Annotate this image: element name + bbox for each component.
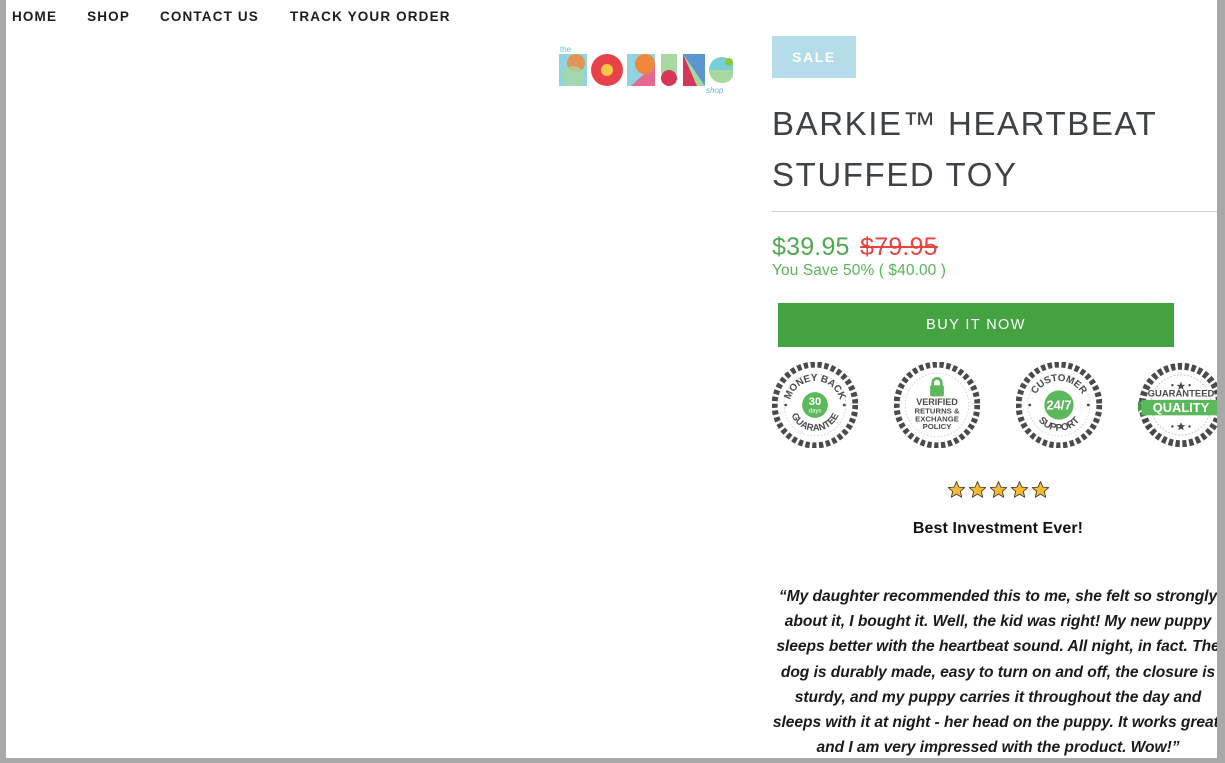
- rating-stars: [772, 480, 1217, 506]
- customer-support-badge: 24/7 CUSTOMER SUPPORT: [1016, 362, 1102, 448]
- price-row: $39.95 $79.95: [772, 232, 1217, 266]
- logo-top-word: the: [560, 45, 572, 54]
- guaranteed-quality-badge: GUARANTEED QUALITY: [1138, 362, 1217, 448]
- money-back-guarantee-badge: 30 days MONEY BACK GUARANTEE: [772, 362, 858, 448]
- star-icon: [989, 481, 1007, 498]
- trust-badges-row: 30 days MONEY BACK GUARANTEE VERIFIED RE…: [772, 361, 1217, 449]
- star-icon: [968, 481, 986, 498]
- page-title: BARKIE™ HEARTBEAT STUFFED TOY: [772, 105, 1157, 193]
- badge-center-unit: days: [809, 409, 822, 415]
- logo-bottom-word: shop: [706, 86, 724, 94]
- review-heading: Best Investment Ever!: [912, 520, 1084, 537]
- browser-viewport: HOME SHOP CONTACT US TRACK YOUR ORDER th…: [0, 0, 1225, 763]
- price-compare-at: $79.95: [860, 233, 938, 261]
- nav-item-shop[interactable]: SHOP: [87, 9, 130, 24]
- product-page: HOME SHOP CONTACT US TRACK YOUR ORDER th…: [6, 0, 1217, 758]
- review-body-text: “My daughter recommended this to me, she…: [772, 588, 1217, 757]
- svg-text:VERIFIED: VERIFIED: [916, 397, 958, 407]
- price-sale: $39.95: [772, 233, 850, 261]
- nav-item-home[interactable]: HOME: [12, 9, 57, 24]
- star-icon: [1031, 481, 1049, 498]
- product-details-column: SALE BARKIE™ HEARTBEAT STUFFED TOY $39.9…: [772, 0, 1217, 758]
- badge-center-number: 24/7: [1046, 397, 1071, 412]
- title-divider: [772, 211, 1217, 212]
- price-savings-text: You Save 50% ( $40.00 ): [772, 262, 947, 279]
- badge-line-top: GUARANTEED: [1148, 388, 1215, 399]
- nav-item-contact-us[interactable]: CONTACT US: [160, 9, 259, 24]
- nav-item-track-your-order[interactable]: TRACK YOUR ORDER: [290, 9, 451, 24]
- site-logo[interactable]: the shop: [557, 44, 733, 94]
- status-badge-sale: SALE: [772, 36, 856, 78]
- badge-center-number: 30: [809, 396, 821, 408]
- buy-it-now-button[interactable]: BUY IT NOW: [778, 303, 1174, 347]
- star-icon: [1010, 481, 1028, 498]
- svg-text:POLICY: POLICY: [923, 422, 953, 431]
- badge-ribbon-text: QUALITY: [1153, 400, 1210, 415]
- star-icon: [947, 481, 965, 498]
- verified-returns-policy-badge: VERIFIED RETURNS & EXCHANGE POLICY: [894, 362, 980, 448]
